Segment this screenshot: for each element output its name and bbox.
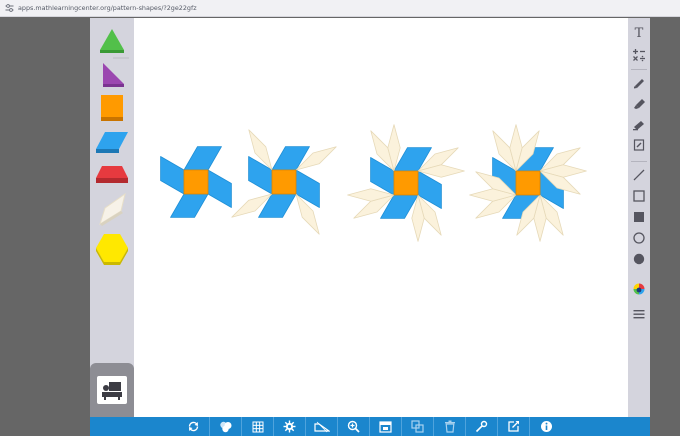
rectangle-outline-tool-button[interactable]	[628, 186, 650, 206]
rectangle-outline-icon	[633, 190, 645, 202]
grid-button[interactable]	[242, 417, 274, 436]
hamburger-menu-icon	[633, 310, 645, 319]
duplicate-icon	[219, 421, 231, 433]
right-triangle-shape-button[interactable]	[90, 54, 134, 92]
rotate-button[interactable]	[178, 417, 210, 436]
zoom-in-button[interactable]	[338, 417, 370, 436]
marker-icon	[634, 99, 645, 109]
blue-rhombus[interactable]	[170, 193, 209, 218]
color-picker-button[interactable]	[628, 279, 650, 299]
rectangle-filled-icon	[634, 212, 644, 222]
triangle-shape-button[interactable]	[90, 20, 134, 59]
blue-rhombus-icon	[96, 132, 128, 153]
grid-icon	[252, 421, 263, 432]
purple-right-triangle-icon	[103, 63, 124, 87]
bottom-toolbar	[90, 417, 650, 436]
browser-address-bar[interactable]: apps.mathlearningcenter.org/pattern-shap…	[0, 0, 680, 17]
link-icon	[475, 420, 488, 433]
orange-square[interactable]	[271, 169, 297, 195]
thin-rhombus-shape-button[interactable]	[90, 190, 134, 228]
pattern-figure-1[interactable]	[160, 146, 232, 218]
shape-tray	[90, 18, 134, 417]
link-button[interactable]	[466, 417, 498, 436]
pattern-shapes-app: T	[90, 18, 650, 436]
highlighter-icon	[633, 121, 644, 131]
circle-filled-tool-button[interactable]	[628, 249, 650, 269]
yellow-hexagon-icon	[96, 234, 128, 265]
text-tool-button[interactable]: T	[628, 23, 650, 43]
pen-icon	[634, 79, 644, 89]
screenshot-button[interactable]	[370, 417, 402, 436]
line-icon	[633, 169, 645, 181]
flip-icon	[313, 421, 330, 432]
share-button[interactable]	[498, 417, 530, 436]
orange-square-icon	[101, 95, 123, 121]
orange-square[interactable]	[183, 169, 209, 195]
screenshot-icon	[379, 420, 392, 433]
eraser-icon	[633, 139, 645, 151]
background-settings-button[interactable]	[274, 417, 306, 436]
tan-thin-rhombus-icon	[99, 192, 126, 226]
marker-tool-button[interactable]	[628, 93, 650, 113]
trash-icon	[444, 420, 455, 433]
trapezoid-shape-button[interactable]	[90, 154, 134, 192]
info-button[interactable]	[530, 417, 562, 436]
blue-rhombus[interactable]	[207, 169, 232, 208]
pattern-figure-4[interactable]	[469, 124, 587, 242]
info-icon	[540, 421, 552, 432]
math-symbols-button[interactable]	[628, 45, 650, 65]
rectangle-filled-tool-button[interactable]	[628, 207, 650, 227]
text-icon: T	[634, 25, 644, 41]
drawing-toolbar: T	[628, 18, 650, 417]
delete-button[interactable]	[434, 417, 466, 436]
highlighter-tool-button[interactable]	[628, 114, 650, 134]
blue-rhombus[interactable]	[183, 146, 222, 171]
zoom-in-icon	[347, 420, 360, 433]
orange-square[interactable]	[393, 170, 419, 196]
teacher-presentation-button[interactable]	[90, 363, 134, 417]
copy-button[interactable]	[402, 417, 434, 436]
site-settings-icon[interactable]	[3, 2, 15, 14]
line-tool-button[interactable]	[628, 165, 650, 185]
menu-button[interactable]	[628, 304, 650, 324]
share-icon	[508, 421, 519, 432]
copy-icon	[411, 420, 424, 433]
hexagon-shape-button[interactable]	[90, 230, 134, 268]
circle-outline-icon	[633, 232, 645, 244]
square-shape-button[interactable]	[90, 88, 134, 126]
url-text[interactable]: apps.mathlearningcenter.org/pattern-shap…	[18, 4, 197, 12]
flip-button[interactable]	[306, 417, 338, 436]
eraser-tool-button[interactable]	[628, 135, 650, 155]
settings-icon	[283, 420, 296, 433]
green-triangle-icon	[100, 29, 129, 59]
duplicate-button[interactable]	[210, 417, 242, 436]
blue-rhombus[interactable]	[160, 156, 185, 195]
pattern-figure-3[interactable]	[347, 124, 465, 242]
circle-outline-tool-button[interactable]	[628, 228, 650, 248]
circle-filled-icon	[633, 253, 645, 265]
teacher-board-icon	[102, 382, 122, 400]
rotate-icon	[188, 421, 199, 432]
color-palette-icon	[633, 283, 645, 295]
workspace-canvas[interactable]	[134, 18, 628, 417]
orange-square[interactable]	[515, 170, 541, 196]
math-symbols-icon	[633, 49, 645, 62]
pen-tool-button[interactable]	[628, 72, 650, 92]
red-trapezoid-icon	[96, 166, 128, 183]
pattern-figures[interactable]	[134, 18, 628, 417]
pattern-figure-2[interactable]	[231, 129, 337, 235]
